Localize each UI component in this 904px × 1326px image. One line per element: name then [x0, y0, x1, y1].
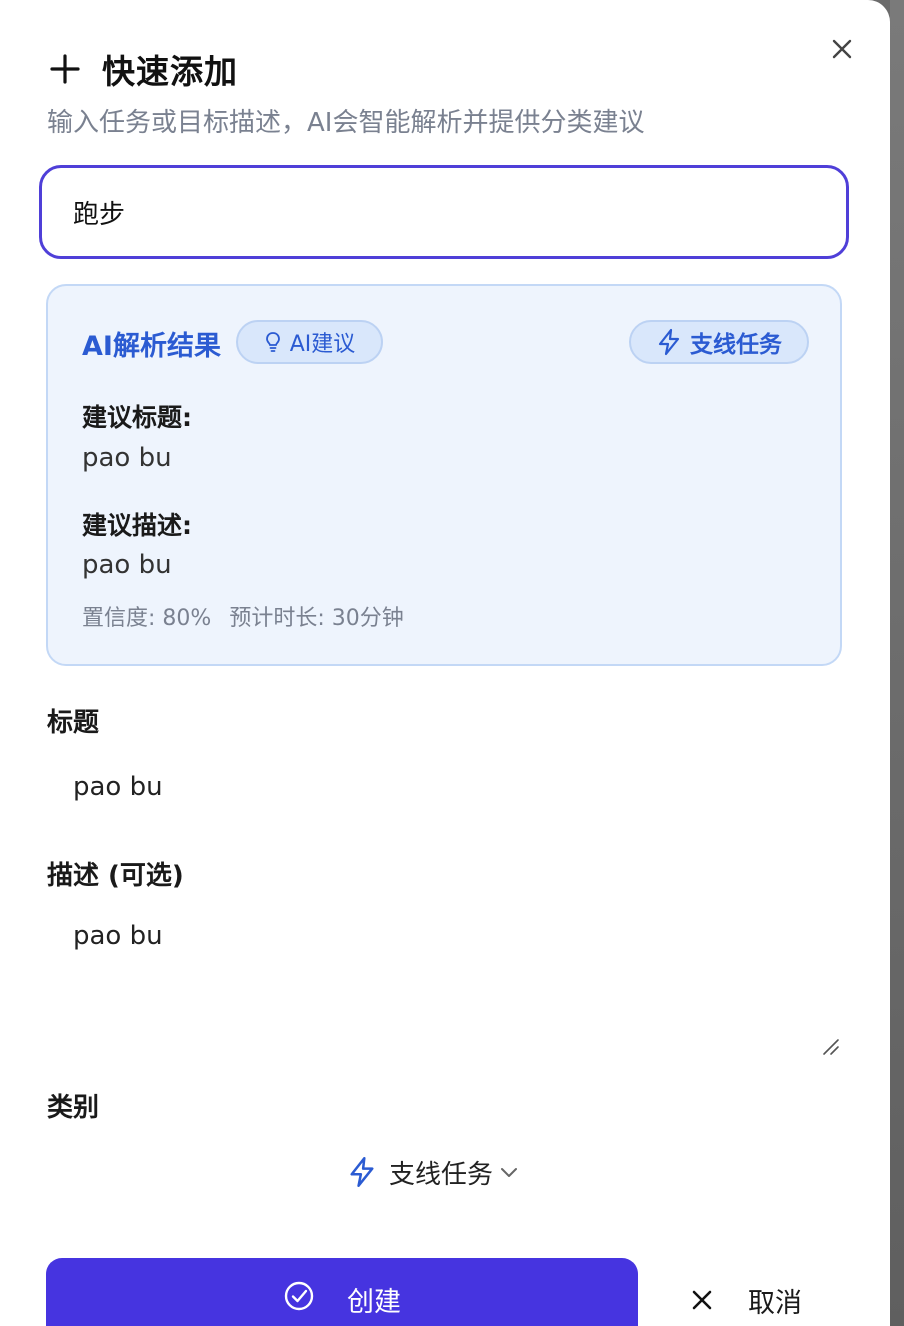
confidence-text: 置信度: 80% [82, 606, 212, 631]
close-icon [832, 39, 852, 59]
suggested-title-label: 建议标题: [82, 403, 192, 432]
title-field[interactable]: pao bu [73, 772, 833, 812]
dialog-subtitle: 输入任务或目标描述，AI会智能解析并提供分类建议 [47, 108, 645, 138]
lightning-icon [658, 328, 680, 356]
duration-text: 预计时长: 30分钟 [229, 606, 404, 631]
task-description-input[interactable]: 跑步 [39, 165, 849, 259]
category-select[interactable]: 支线任务 [347, 1150, 519, 1194]
suggested-desc-value: pao bu [82, 550, 172, 580]
dialog-header: 快速添加 [48, 44, 238, 94]
category-field-label: 类别 [47, 1093, 100, 1123]
create-button-label: 创建 [347, 1287, 401, 1318]
resize-grip-icon[interactable] [820, 1036, 840, 1056]
title-field-label: 标题 [47, 708, 100, 738]
ai-suggestion-badge-label: AI建议 [289, 332, 356, 357]
backdrop [890, 0, 904, 1326]
dialog-title: 快速添加 [102, 52, 238, 91]
suggested-category-badge: 支线任务 [629, 320, 809, 364]
quick-add-dialog: 快速添加 输入任务或目标描述，AI会智能解析并提供分类建议 跑步 AI解析结果 … [0, 0, 890, 1326]
category-select-value: 支线任务 [389, 1159, 494, 1190]
ai-meta: 置信度: 80% 预计时长: 30分钟 [82, 600, 404, 632]
suggested-title-value: pao bu [82, 443, 172, 473]
ai-suggestion-badge: AI建议 [236, 320, 383, 364]
description-field-label: 描述 (可选) [47, 861, 184, 891]
plus-icon [50, 54, 80, 84]
cancel-button-label: 取消 [748, 1287, 802, 1319]
description-textarea[interactable]: pao bu [73, 921, 833, 1041]
lightning-icon [350, 1157, 374, 1187]
close-button[interactable] [826, 33, 858, 65]
check-circle-icon [284, 1281, 314, 1311]
suggested-desc-label: 建议描述: [82, 511, 192, 540]
create-button[interactable]: 创建 [46, 1258, 638, 1326]
ai-result-heading: AI解析结果 [82, 331, 221, 362]
lightbulb-icon [265, 332, 280, 352]
ai-result-card: AI解析结果 AI建议 支线任务 建议标题: pao bu 建议描述: pao … [46, 284, 842, 666]
suggested-category-label: 支线任务 [690, 332, 782, 358]
chevron-down-icon [501, 1168, 518, 1177]
close-icon [692, 1290, 712, 1310]
cancel-button[interactable]: 取消 [690, 1278, 802, 1322]
